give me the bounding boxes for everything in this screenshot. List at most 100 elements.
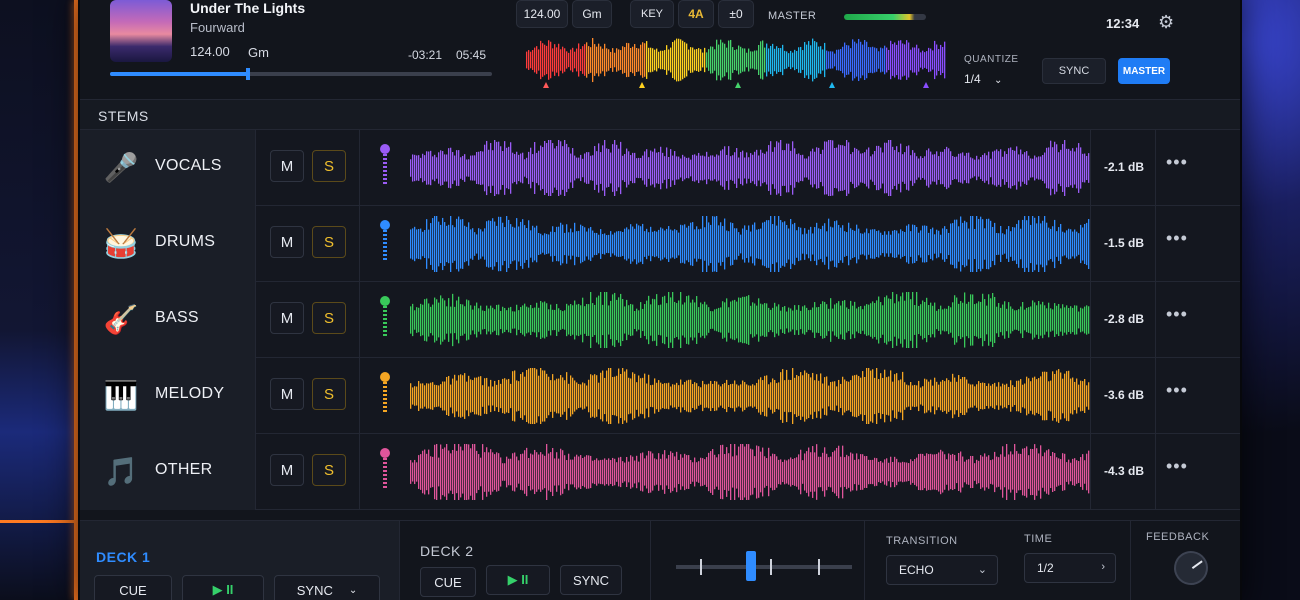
waveform-bar: [1008, 302, 1010, 338]
waveform-bar: [602, 370, 604, 422]
waveform-bar: [470, 155, 472, 181]
crossfader[interactable]: [676, 551, 852, 581]
stem-waveform[interactable]: [410, 140, 1090, 196]
waveform-bar: [552, 143, 554, 193]
deck2-cue-button[interactable]: CUE: [420, 567, 476, 597]
stem-volume-fader[interactable]: [380, 220, 390, 266]
waveform-bar: [630, 455, 632, 489]
waveform-bar: [868, 304, 870, 336]
stem-waveform[interactable]: [410, 216, 1090, 272]
waveform-bar: [772, 151, 774, 185]
waveform-bar: [500, 310, 502, 330]
time-select[interactable]: 1/2 ›: [1024, 553, 1116, 583]
waveform-bar: [678, 385, 680, 407]
mute-button[interactable]: M: [270, 378, 304, 410]
crossfader-handle[interactable]: [746, 551, 756, 581]
waveform-bar: [704, 227, 706, 261]
waveform-bar: [562, 224, 564, 264]
waveform-bar: [694, 302, 696, 338]
fader-knob[interactable]: [380, 296, 390, 306]
gear-icon[interactable]: ⚙: [1158, 12, 1174, 33]
stem-volume-fader[interactable]: [380, 372, 390, 418]
solo-button[interactable]: S: [312, 378, 346, 410]
crossfader-tick: [700, 559, 702, 575]
waveform-bar: [924, 156, 926, 180]
mute-button[interactable]: M: [270, 302, 304, 334]
waveform-bar: [436, 299, 438, 341]
waveform-bar: [840, 305, 842, 335]
waveform-bar: [952, 223, 954, 265]
waveform-bar: [1008, 226, 1010, 262]
bpm-display[interactable]: 124.00: [516, 0, 568, 28]
waveform-bar: [870, 229, 872, 259]
deck2-sync-button[interactable]: SYNC: [560, 565, 622, 595]
track-progress-bar[interactable]: [110, 68, 492, 80]
waveform-bar: [926, 297, 928, 343]
waveform-bar: [962, 302, 964, 338]
waveform-bar: [1010, 380, 1012, 412]
more-options-icon[interactable]: •••: [1166, 152, 1188, 173]
waveform-bar: [1036, 448, 1038, 496]
waveform-bar: [1052, 226, 1054, 262]
solo-button[interactable]: S: [312, 302, 346, 334]
quantize-select[interactable]: 1/4 ⌄: [964, 72, 1002, 86]
waveform-bar: [636, 308, 638, 332]
waveform-bar: [594, 304, 596, 336]
stem-waveform[interactable]: [410, 368, 1090, 424]
pitch-shift-button[interactable]: ±0: [718, 0, 754, 28]
overview-waveform[interactable]: [526, 38, 946, 88]
fader-knob[interactable]: [380, 220, 390, 230]
fader-knob[interactable]: [380, 372, 390, 382]
waveform-bar: [860, 454, 862, 490]
waveform-bar: [796, 457, 798, 487]
solo-button[interactable]: S: [312, 150, 346, 182]
waveform-bar: [1060, 372, 1062, 420]
waveform-bar: [1036, 157, 1038, 179]
waveform-bar: [684, 381, 686, 411]
camelot-key-button[interactable]: 4A: [678, 0, 714, 28]
waveform-bar: [674, 301, 676, 339]
key-name-display[interactable]: Gm: [572, 0, 612, 28]
track-progress-knob[interactable]: [245, 68, 250, 80]
stem-volume-fader[interactable]: [380, 296, 390, 342]
waveform-bar: [464, 444, 466, 500]
more-options-icon[interactable]: •••: [1166, 228, 1188, 249]
deck1-play-pause-button[interactable]: ▶ II: [182, 575, 264, 600]
stem-waveform[interactable]: [410, 292, 1090, 348]
waveform-bar: [542, 302, 544, 338]
solo-button[interactable]: S: [312, 226, 346, 258]
deck1-cue-button[interactable]: CUE: [94, 575, 172, 600]
waveform-bar: [674, 229, 676, 259]
deck1-sync-button[interactable]: SYNC ⌄: [274, 575, 380, 600]
more-options-icon[interactable]: •••: [1166, 304, 1188, 325]
waveform-bar: [776, 383, 778, 409]
more-options-icon[interactable]: •••: [1166, 380, 1188, 401]
waveform-bar: [676, 382, 678, 410]
stem-volume-fader[interactable]: [380, 448, 390, 494]
waveform-bar: [480, 457, 482, 487]
waveform-bar: [1070, 150, 1072, 186]
waveform-bar: [458, 216, 460, 272]
global-sync-button[interactable]: SYNC: [1042, 58, 1106, 84]
feedback-knob[interactable]: [1167, 544, 1215, 592]
mute-button[interactable]: M: [270, 454, 304, 486]
stem-volume-fader[interactable]: [380, 144, 390, 190]
mute-button[interactable]: M: [270, 150, 304, 182]
solo-button[interactable]: S: [312, 454, 346, 486]
transition-select[interactable]: ECHO ⌄: [886, 555, 998, 585]
waveform-bar: [804, 305, 806, 335]
overview-waveform-bar: [724, 43, 726, 77]
stem-waveform[interactable]: [410, 444, 1090, 500]
mute-button[interactable]: M: [270, 226, 304, 258]
fader-knob[interactable]: [380, 144, 390, 154]
waveform-bar: [476, 234, 478, 254]
deck2-play-pause-button[interactable]: ▶ II: [486, 565, 550, 595]
waveform-bar: [870, 303, 872, 337]
fader-knob[interactable]: [380, 448, 390, 458]
waveform-bar: [670, 229, 672, 259]
overview-waveform-bar: [564, 48, 566, 72]
master-button[interactable]: MASTER: [1118, 58, 1170, 84]
more-options-icon[interactable]: •••: [1166, 456, 1188, 477]
waveform-bar: [538, 375, 540, 417]
waveform-bar: [510, 458, 512, 486]
